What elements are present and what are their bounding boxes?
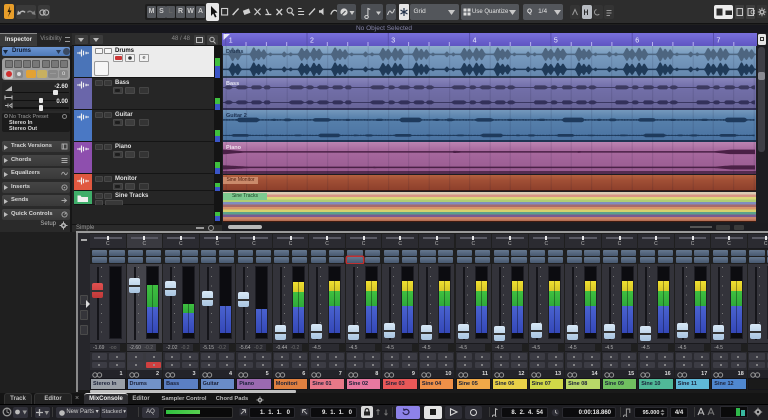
svg-text:5: 5	[554, 38, 558, 45]
svg-text:6: 6	[635, 38, 639, 45]
svg-text:1: 1	[229, 38, 233, 45]
svg-text:Drums: Drums	[226, 49, 243, 55]
svg-text:7: 7	[717, 38, 721, 45]
svg-text:4: 4	[473, 38, 477, 45]
svg-text:Bass: Bass	[226, 81, 239, 87]
svg-text:3: 3	[391, 38, 395, 45]
svg-text:Guitar 2: Guitar 2	[226, 113, 247, 119]
svg-text:2: 2	[310, 38, 314, 45]
svg-text:Piano: Piano	[226, 145, 242, 151]
